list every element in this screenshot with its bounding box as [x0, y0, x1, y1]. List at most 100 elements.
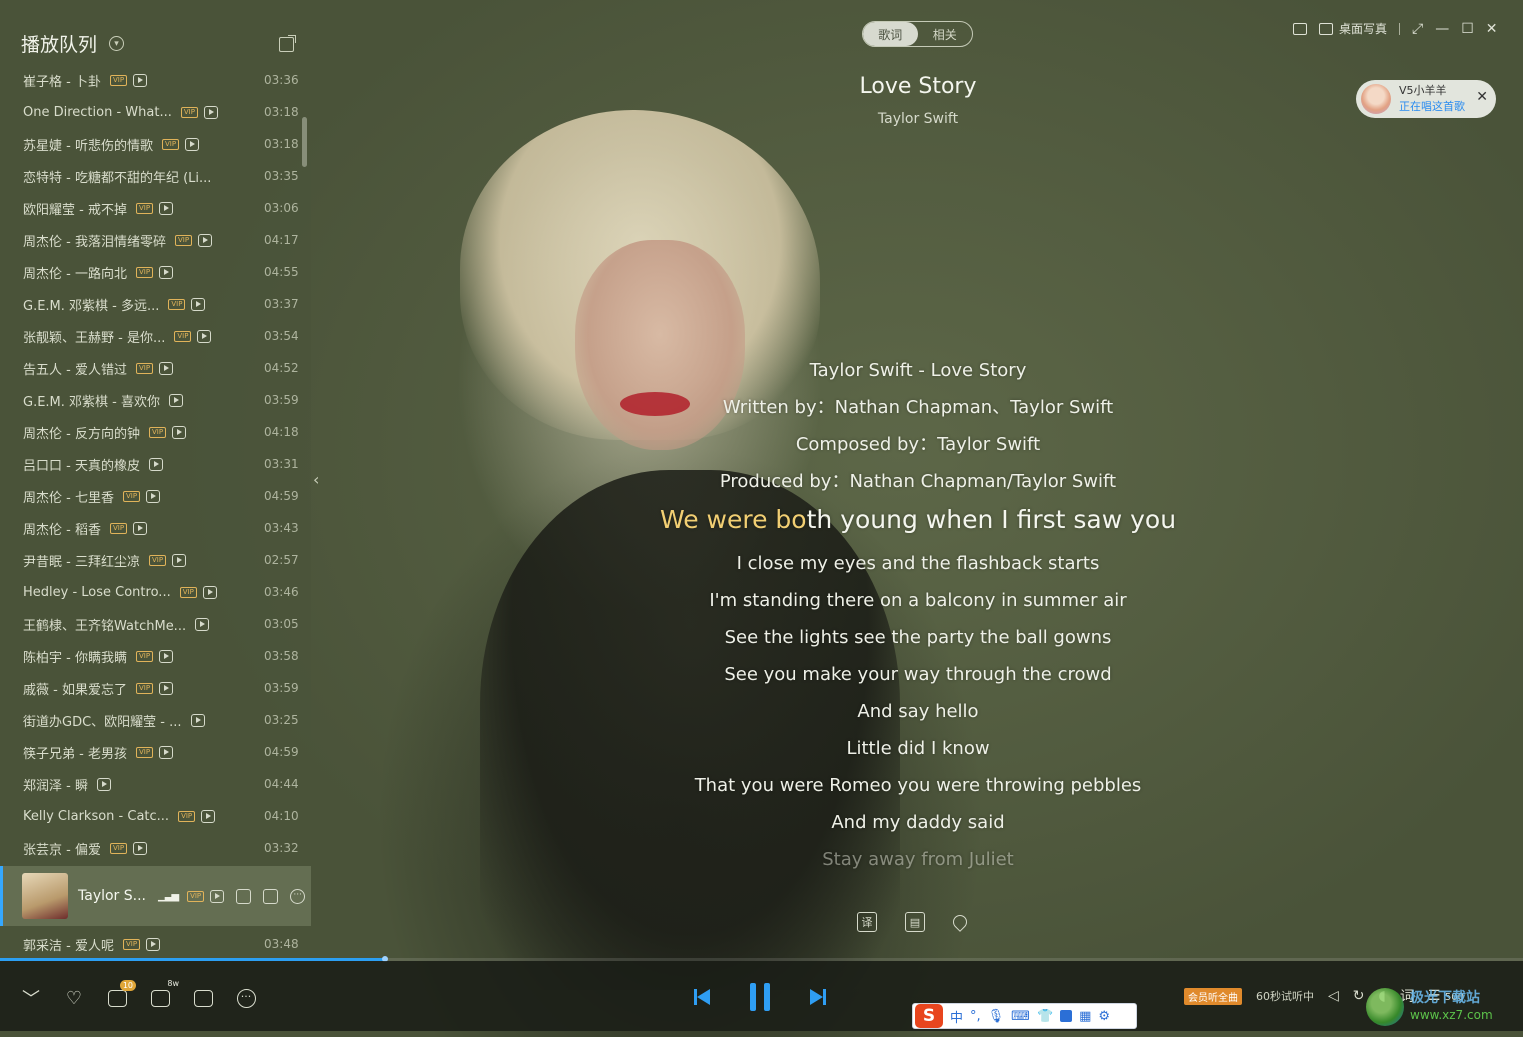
track-row[interactable]: 苏星婕 - 听悲伤的情歌 VIP 03:18 [0, 128, 311, 160]
mv-icon[interactable] [169, 393, 183, 407]
track-row[interactable]: 陈柏宇 - 你瞒我瞒 VIP 03:58 [0, 640, 311, 672]
mv-icon[interactable] [148, 457, 163, 471]
track-row[interactable]: Hedley - Lose Contro... VIP 03:46 [0, 576, 311, 608]
track-row[interactable]: 周杰伦 - 一路向北 VIP 04:55 [0, 256, 311, 288]
mv-icon[interactable] [172, 425, 187, 439]
toolbox-icon[interactable] [1060, 1010, 1073, 1022]
fullscreen-icon[interactable]: ⤢ [1412, 22, 1423, 36]
ime-punctuation-toggle[interactable]: °, [970, 1009, 981, 1024]
skin-icon[interactable]: 👕 [1037, 1009, 1053, 1024]
apps-icon[interactable]: ▦ [1079, 1009, 1091, 1024]
repeat-icon[interactable]: ↻ [1353, 988, 1365, 1004]
track-badges: VIP [135, 201, 174, 215]
mv-icon[interactable] [185, 137, 200, 151]
track-row[interactable]: 筷子兄弟 - 老男孩 VIP 04:59 [0, 736, 311, 768]
film-icon[interactable]: ▤ [905, 912, 925, 932]
track-row[interactable]: 张芸京 - 偏爱 VIP 03:32 [0, 832, 311, 864]
minimize-icon[interactable]: — [1435, 22, 1449, 36]
track-row[interactable]: 王鹤棣、王齐铭WatchMe... 03:05 [0, 608, 311, 640]
collapse-player-icon[interactable]: ﹀ [20, 988, 42, 1010]
member-full-song-button[interactable]: 会员听全曲 [1184, 987, 1242, 1005]
song-artist[interactable]: Taylor Swift [700, 111, 1136, 127]
download-button[interactable]: 10 [106, 980, 136, 1008]
settings-icon[interactable]: ⚙ [1098, 1009, 1110, 1024]
heart-icon[interactable]: ♡ [63, 988, 85, 1009]
mv-icon[interactable] [195, 617, 210, 631]
karaoke-mic-icon[interactable] [950, 912, 970, 932]
microphone-icon[interactable]: 🎙 [988, 1009, 1005, 1024]
track-row[interactable]: 吕口口 - 天真的橡皮 03:31 [0, 448, 311, 480]
live-singer-notification[interactable]: V5小羊羊 正在唱这首歌 ✕ [1356, 80, 1496, 118]
track-row[interactable]: 周杰伦 - 我落泪情绪零碎 VIP 04:17 [0, 224, 311, 256]
mv-icon[interactable] [198, 233, 213, 247]
mv-icon[interactable] [197, 329, 212, 343]
mv-icon[interactable] [159, 361, 174, 375]
mv-icon[interactable] [172, 553, 187, 567]
mv-icon[interactable] [210, 889, 225, 903]
keyboard-icon[interactable]: ⌨ [1011, 1009, 1030, 1024]
track-row[interactable]: 尹昔眠 - 三拜红尘凉 VIP 02:57 [0, 544, 311, 576]
track-row[interactable]: One Direction - What... VIP 03:18 [0, 96, 311, 128]
mv-icon[interactable] [133, 73, 148, 87]
more-button[interactable]: ··· [235, 988, 257, 1008]
sidebar-scrollbar[interactable] [302, 117, 307, 167]
track-row[interactable]: G.E.M. 邓紫棋 - 喜欢你 03:59 [0, 384, 311, 416]
collapse-sidebar-icon[interactable]: ‹ [313, 470, 319, 489]
track-row[interactable]: 戚薇 - 如果爱忘了 VIP 03:59 [0, 672, 311, 704]
previous-track-button[interactable] [692, 987, 712, 1007]
mv-icon[interactable] [159, 201, 174, 215]
track-row[interactable]: G.E.M. 邓紫棋 - 多远... VIP 03:37 [0, 288, 311, 320]
mv-icon[interactable] [96, 777, 111, 791]
mv-icon[interactable] [159, 681, 174, 695]
maximize-icon[interactable]: ☐ [1461, 22, 1474, 36]
comment-button[interactable]: 8w [149, 979, 179, 1008]
more-icon[interactable]: ··· [290, 888, 306, 904]
download-icon[interactable] [263, 888, 279, 904]
mv-icon[interactable] [191, 297, 206, 311]
track-duration: 04:55 [264, 265, 299, 279]
mv-icon[interactable] [146, 489, 161, 503]
export-icon[interactable] [279, 35, 296, 52]
tab-lyrics[interactable]: 歌词 [863, 22, 918, 46]
track-row[interactable]: 周杰伦 - 反方向的钟 VIP 04:18 [0, 416, 311, 448]
track-row[interactable]: 告五人 - 爱人错过 VIP 04:52 [0, 352, 311, 384]
track-row[interactable]: 郑润泽 - 瞬 04:44 [0, 768, 311, 800]
mv-icon[interactable] [190, 713, 205, 727]
mv-icon[interactable] [159, 265, 174, 279]
track-row[interactable]: 崔子格 - 卜卦 VIP 03:36 [0, 64, 311, 96]
mail-icon[interactable] [1293, 22, 1307, 35]
mv-icon[interactable] [203, 105, 218, 119]
track-row[interactable]: 郭采洁 - 爱人呢 VIP 03:48 [0, 928, 311, 960]
mv-icon[interactable] [202, 585, 217, 599]
track-row[interactable]: 街道办GDC、欧阳耀莹 - ... 03:25 [0, 704, 311, 736]
mv-icon[interactable] [133, 841, 148, 855]
ime-logo[interactable]: S [915, 1004, 943, 1028]
volume-icon[interactable]: ◁ [1328, 988, 1339, 1004]
track-duration: 02:57 [264, 553, 299, 567]
pause-button[interactable] [750, 982, 770, 1012]
track-row[interactable]: 恋特特 - 吃糖都不甜的年纪 (Li... 03:35 [0, 160, 311, 192]
tab-related[interactable]: 相关 [918, 22, 973, 46]
next-track-button[interactable] [808, 987, 828, 1007]
mv-icon[interactable] [159, 649, 174, 663]
track-row[interactable]: Kelly Clarkson - Catc... VIP 04:10 [0, 800, 311, 832]
track-name: 戚薇 - 如果爱忘了 [23, 682, 127, 698]
share-button[interactable] [192, 988, 214, 1008]
mv-icon[interactable] [159, 745, 174, 759]
track-row-current[interactable]: Taylor S... ▁▃▅ VIP ··· [0, 866, 311, 926]
ime-mode-toggle[interactable]: 中 [950, 1007, 963, 1026]
chevron-down-icon[interactable]: ▾ [109, 36, 125, 51]
close-icon[interactable]: ✕ [1486, 22, 1498, 36]
translate-button[interactable]: 译 [857, 912, 877, 932]
track-row[interactable]: 周杰伦 - 七里香 VIP 04:59 [0, 480, 311, 512]
mv-icon[interactable] [146, 937, 161, 951]
mv-icon[interactable] [201, 809, 216, 823]
close-icon[interactable]: ✕ [1476, 89, 1488, 105]
track-badges: VIP [122, 489, 161, 503]
add-to-playlist-icon[interactable] [236, 888, 252, 904]
track-row[interactable]: 周杰伦 - 稻香 VIP 03:43 [0, 512, 311, 544]
track-row[interactable]: 欧阳耀莹 - 戒不掉 VIP 03:06 [0, 192, 311, 224]
mv-icon[interactable] [133, 521, 148, 535]
desktop-photo-button[interactable]: 桌面写真 [1319, 20, 1387, 37]
track-row[interactable]: 张靓颖、王赫野 - 是你... VIP 03:54 [0, 320, 311, 352]
